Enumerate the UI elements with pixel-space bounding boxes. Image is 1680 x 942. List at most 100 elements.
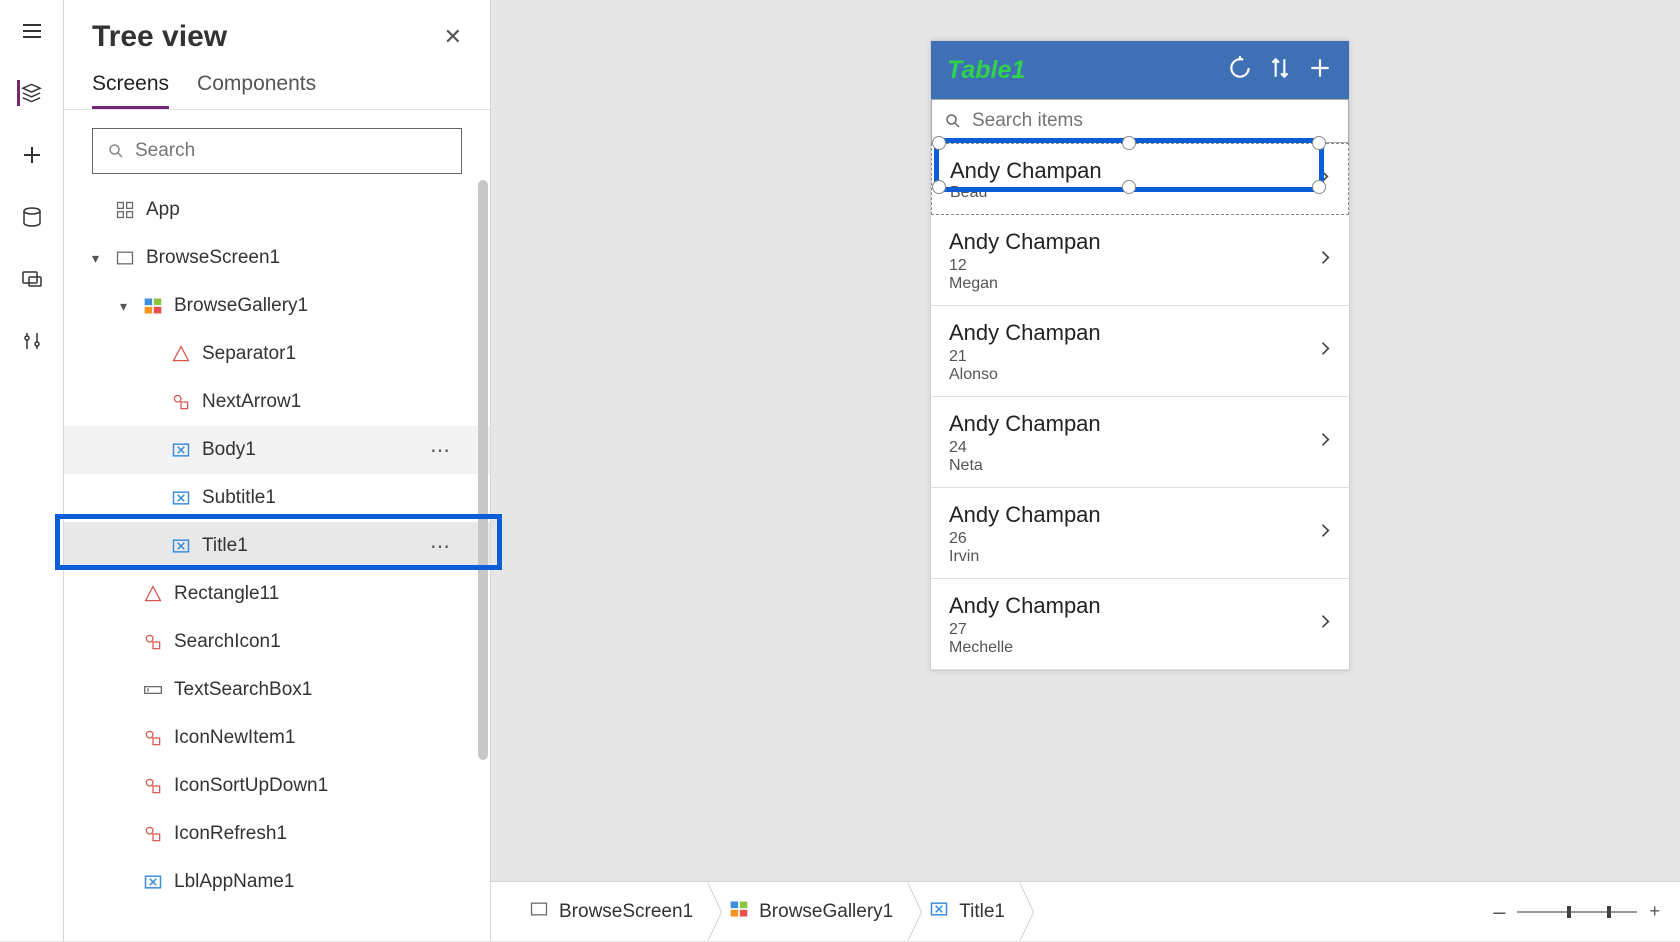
chevron-down-icon[interactable]: ▾ [92,250,108,267]
row-subtitle: 12 [949,257,1331,275]
tree-item-body1[interactable]: Body1 ⋯ [64,426,490,474]
tree-item-searchicon1[interactable]: SearchIcon1 [64,618,490,666]
preview-search-input[interactable] [972,110,1336,132]
tree-item-label: BrowseScreen1 [146,247,280,269]
tree-item-lblappname1[interactable]: LblAppName1 [64,858,490,906]
tree-item-label: SearchIcon1 [174,631,281,653]
tree-item-separator1[interactable]: Separator1 [64,330,490,378]
tree-item-nextarrow1[interactable]: NextArrow1 [64,378,490,426]
search-icon [107,142,125,160]
label-icon [142,871,164,893]
shape-icon [170,343,192,365]
tree-item-subtitle1[interactable]: Subtitle1 [64,474,490,522]
more-icon[interactable]: ⋯ [430,534,452,559]
chevron-right-icon[interactable] [1315,248,1335,273]
gallery-row[interactable]: Andy Champan 21Alonso [931,306,1349,397]
chevron-down-icon[interactable]: ▾ [120,298,136,315]
chevron-right-icon[interactable] [1315,612,1335,637]
row-title: Andy Champan [949,320,1331,346]
settings-icon[interactable] [19,328,45,354]
shape-icon [142,583,164,605]
iconctl-icon [142,823,164,845]
preview-header: Table1 [931,41,1349,99]
gallery-row[interactable]: Andy Champan26Irvin [931,488,1349,579]
row-title: Andy Champan [949,502,1331,528]
tree-tabs: Screens Components [64,54,490,110]
row-title: Andy Champan [949,593,1331,619]
tree-item-label: Subtitle1 [202,487,276,509]
tree-item-browsescreen1[interactable]: ▾ BrowseScreen1 [64,234,490,282]
gallery-row[interactable]: Andy Champan12Megan [931,215,1349,306]
tree-item-title1[interactable]: Title1 ⋯ [64,522,490,570]
tab-components[interactable]: Components [197,72,316,109]
hamburger-icon[interactable] [19,18,45,44]
tab-screens[interactable]: Screens [92,72,169,109]
app-preview: Table1 Andy ChampanBeauAndy Champan12Meg… [930,40,1350,671]
tree-item-label: IconNewItem1 [174,727,295,749]
gallery-row[interactable]: Andy ChampanBeau [931,143,1349,215]
crumb-label: BrowseScreen1 [559,901,693,923]
chevron-right-icon[interactable] [1315,521,1335,546]
tree-item-label: Separator1 [202,343,296,365]
tree-item-iconnewitem1[interactable]: IconNewItem1 [64,714,490,762]
sort-icon[interactable] [1267,55,1293,86]
breadcrumb-browsegallery1[interactable]: BrowseGallery1 [711,882,911,941]
tree-item-label: Title1 [202,535,248,557]
zoom-in[interactable]: + [1649,901,1660,922]
textbox-icon [142,679,164,701]
breadcrumb-title1[interactable]: Title1 [911,882,1023,941]
insert-icon[interactable] [19,142,45,168]
row-subtitle: 24 [949,439,1331,457]
crumb-label: Title1 [959,901,1005,923]
tree-search-input[interactable] [135,140,447,162]
label-icon [170,439,192,461]
preview-search[interactable] [931,99,1349,143]
row-body: Neta [949,457,1331,475]
tree-item-label: NextArrow1 [202,391,301,413]
row-body: Alonso [949,366,1331,384]
refresh-icon[interactable] [1227,55,1253,86]
chevron-right-icon[interactable] [1315,339,1335,364]
row-body: Beau [950,184,1330,202]
close-icon[interactable]: ✕ [444,24,462,50]
gallery-row[interactable]: Andy Champan 24Neta [931,397,1349,488]
label-icon [170,535,192,557]
media-icon[interactable] [19,266,45,292]
tree-item-rectangle11[interactable]: Rectangle11 [64,570,490,618]
breadcrumb-bar: BrowseScreen1 BrowseGallery1 Title1 – + [491,881,1680,941]
tree-item-label: Rectangle11 [174,583,279,605]
data-icon[interactable] [19,204,45,230]
chevron-right-icon[interactable] [1315,430,1335,455]
tree-view-icon[interactable] [17,80,43,106]
rect-icon [114,247,136,269]
tree-item-app[interactable]: App [64,186,490,234]
chevron-right-icon[interactable] [1314,167,1334,192]
tree-item-textsearchbox1[interactable]: TextSearchBox1 [64,666,490,714]
row-title: Andy Champan [950,158,1330,184]
row-title: Andy Champan [949,229,1331,255]
iconctl-icon [142,631,164,653]
tree-item-iconrefresh1[interactable]: IconRefresh1 [64,810,490,858]
panel-title: Tree view [92,20,227,54]
zoom-out[interactable]: – [1493,899,1505,925]
row-subtitle: 21 [949,348,1331,366]
tree-item-label: App [146,199,180,221]
row-body: Mechelle [949,639,1331,657]
scrollbar[interactable] [478,180,488,760]
tree-item-browsegallery1[interactable]: ▾BrowseGallery1 [64,282,490,330]
gallery-icon [729,899,749,925]
tree-panel: Tree view ✕ Screens Components App▾Brows… [64,0,491,941]
tree-item-iconsortupdown1[interactable]: IconSortUpDown1 [64,762,490,810]
row-title: Andy Champan [949,411,1331,437]
tree-search[interactable] [92,128,462,174]
gallery-row[interactable]: Andy Champan27Mechelle [931,579,1349,670]
crumb-label: BrowseGallery1 [759,901,893,923]
tree-item-label: Body1 [202,439,256,461]
breadcrumb-browsescreen1[interactable]: BrowseScreen1 [511,882,711,941]
more-icon[interactable]: ⋯ [430,438,452,463]
row-body: Irvin [949,548,1331,566]
add-icon[interactable] [1307,55,1333,86]
grid-icon [114,199,136,221]
zoom-controls: – + [1493,899,1660,925]
zoom-slider[interactable] [1517,911,1637,913]
